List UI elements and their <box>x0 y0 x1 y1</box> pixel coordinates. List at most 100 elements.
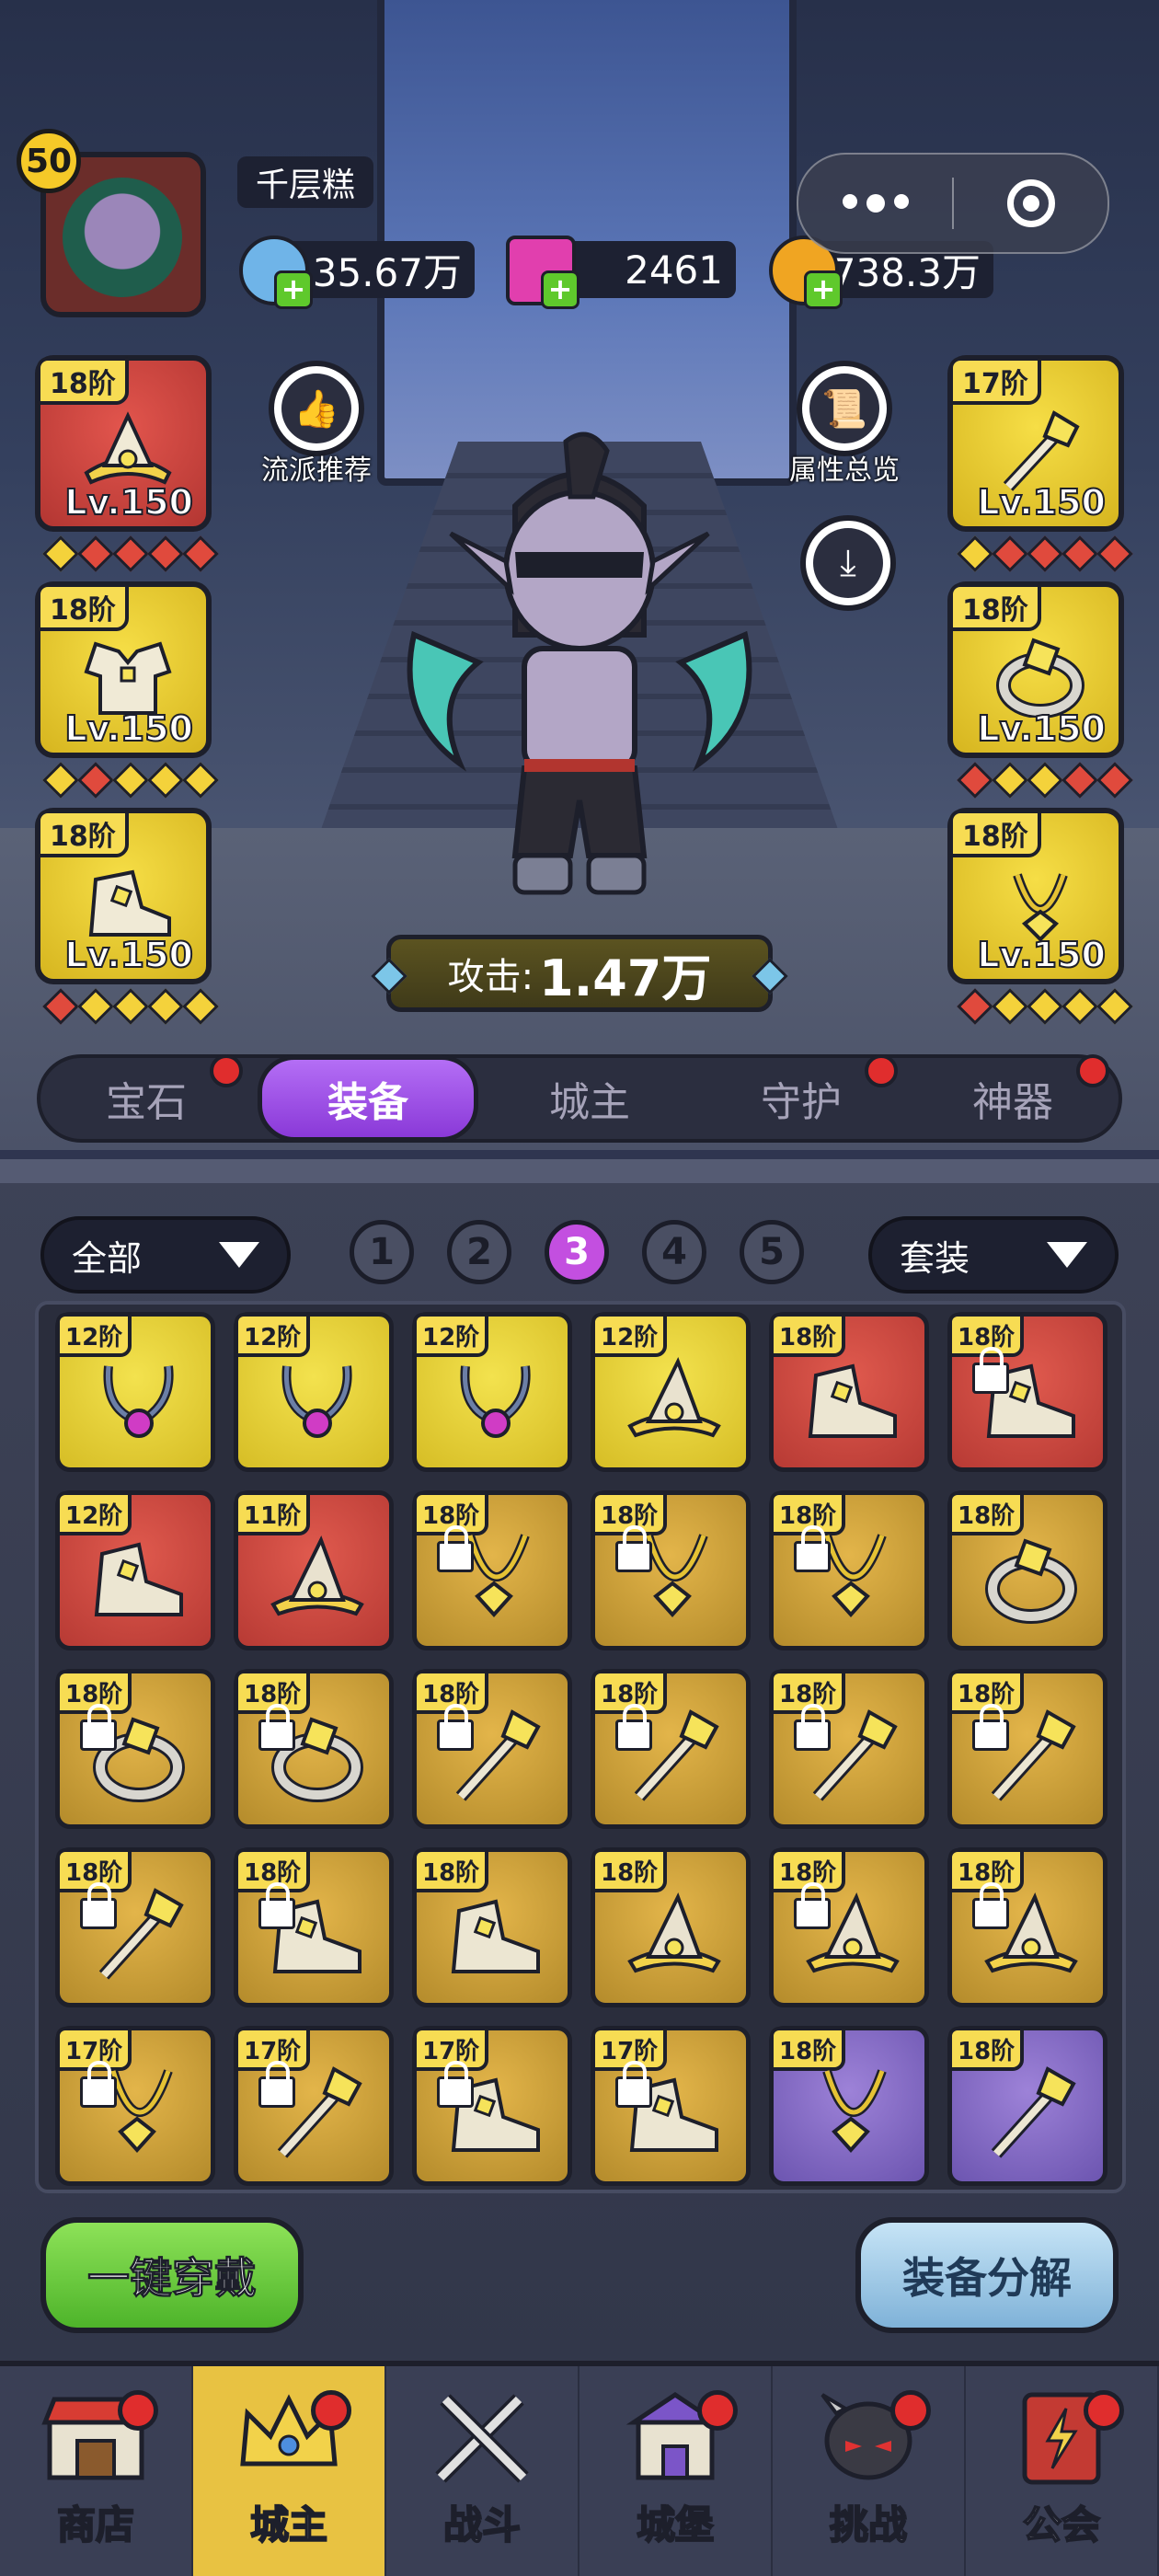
inventory-item[interactable]: 18阶 <box>412 1847 572 2007</box>
armor-icon <box>84 641 172 715</box>
slot-boots[interactable]: 18阶 Lv.150 <box>35 808 212 984</box>
inventory-item[interactable]: 18阶 <box>947 1669 1107 1829</box>
nav-label: 公会 <box>1022 2501 1101 2548</box>
slot-tier: 18阶 <box>949 810 1041 857</box>
inventory-item[interactable]: 18阶 <box>591 1490 751 1650</box>
type-filter-dropdown[interactable]: 全部 <box>40 1216 291 1294</box>
slot-level: Lv.150 <box>976 934 1107 976</box>
tab-artifact[interactable]: 神器 <box>907 1054 1119 1139</box>
tab-label: 神器 <box>972 1079 1053 1126</box>
lock-icon <box>972 1704 1009 1751</box>
nav-item[interactable]: 挑战 <box>773 2366 966 2576</box>
attributes-button[interactable]: 📜 <box>797 361 892 456</box>
tab-lord[interactable]: 城主 <box>484 1058 695 1139</box>
inventory-item[interactable]: 12阶 <box>591 1312 751 1472</box>
scroll-icon: 📜 <box>809 374 879 443</box>
add-crystal-icon[interactable]: + <box>274 270 313 309</box>
boots-icon <box>94 1542 183 1616</box>
inventory-item[interactable]: 18阶 <box>55 1847 215 2007</box>
dropdown-arrow-icon <box>1047 1242 1087 1268</box>
inventory-item[interactable]: 18阶 <box>947 1847 1107 2007</box>
inventory-item[interactable]: 18阶 <box>947 2026 1107 2186</box>
notification-dot <box>697 2390 738 2431</box>
slot-gems <box>957 535 1133 572</box>
inventory-item[interactable]: 18阶 <box>947 1312 1107 1472</box>
currency-crystal[interactable]: + 35.67万 <box>239 236 475 309</box>
set-filter-dropdown[interactable]: 套装 <box>868 1216 1119 1294</box>
download-button[interactable]: ⤓ <box>800 515 896 611</box>
inventory-item[interactable]: 18阶 <box>412 1669 572 1829</box>
inventory-item[interactable]: 12阶 <box>234 1312 394 1472</box>
more-menu-button[interactable] <box>798 155 952 252</box>
gem-value: 2461 <box>625 247 723 293</box>
inventory-item[interactable]: 18阶 <box>55 1669 215 1829</box>
pendant-icon <box>103 1365 174 1438</box>
page-1[interactable]: 1 <box>350 1220 414 1284</box>
equip-all-button[interactable]: 一键穿戴 <box>40 2217 304 2333</box>
inventory-item[interactable]: 17阶 <box>234 2026 394 2186</box>
lock-icon <box>437 2061 474 2108</box>
staff-icon <box>991 2066 1076 2158</box>
inventory-item[interactable]: 17阶 <box>412 2026 572 2186</box>
ring-icon <box>996 638 1084 718</box>
nav-label: 城主 <box>249 2501 328 2548</box>
add-gem-icon[interactable]: + <box>541 270 580 309</box>
player-level-badge: 50 <box>17 129 81 193</box>
download-icon: ⤓ <box>813 528 883 598</box>
slot-gems <box>42 988 219 1025</box>
inventory-item[interactable]: 18阶 <box>234 1847 394 2007</box>
close-miniapp-button[interactable] <box>954 155 1107 252</box>
slot-tier: 18阶 <box>37 357 129 405</box>
tab-equipment[interactable]: 装备 <box>258 1055 478 1142</box>
decompose-button[interactable]: 装备分解 <box>855 2217 1119 2333</box>
currency-gem[interactable]: + 2461 <box>506 236 736 309</box>
inventory-item[interactable]: 18阶 <box>769 1847 929 2007</box>
slot-necklace[interactable]: 18阶 Lv.150 <box>947 808 1124 984</box>
inventory-item[interactable]: 18阶 <box>769 1312 929 1472</box>
slot-hat[interactable]: 18阶 Lv.150 <box>35 355 212 532</box>
hat-icon <box>270 1535 364 1616</box>
inventory-item[interactable]: 18阶 <box>769 1490 929 1650</box>
attack-value: 1.47万 <box>539 949 712 1007</box>
inventory-item[interactable]: 17阶 <box>55 2026 215 2186</box>
inventory-item[interactable]: 18阶 <box>947 1490 1107 1650</box>
notification-dot <box>1084 2390 1124 2431</box>
page-3[interactable]: 3 <box>545 1220 609 1284</box>
miniapp-capsule <box>797 153 1109 254</box>
slot-staff[interactable]: 17阶 Lv.150 <box>947 355 1124 532</box>
hat-icon <box>84 411 172 485</box>
inventory-item[interactable]: 11阶 <box>234 1490 394 1650</box>
page-4[interactable]: 4 <box>642 1220 706 1284</box>
tab-gems[interactable]: 宝石 <box>40 1054 252 1139</box>
recommend-button[interactable]: 👍 <box>269 361 364 456</box>
inventory-item[interactable]: 18阶 <box>591 1847 751 2007</box>
tab-guard[interactable]: 守护 <box>695 1054 907 1139</box>
nav-item[interactable]: 城堡 <box>580 2366 773 2576</box>
inventory-item[interactable]: 18阶 <box>769 1669 929 1829</box>
hat-icon <box>627 1356 721 1438</box>
add-gold-icon[interactable]: + <box>804 270 843 309</box>
thumbs-up-icon: 👍 <box>281 374 351 443</box>
slot-armor[interactable]: 18阶 Lv.150 <box>35 581 212 758</box>
page-5[interactable]: 5 <box>740 1220 804 1284</box>
inventory-item[interactable]: 18阶 <box>412 1490 572 1650</box>
inventory-item[interactable]: 12阶 <box>55 1490 215 1650</box>
nav-item[interactable]: 城主 <box>193 2366 386 2576</box>
nav-item[interactable]: 公会 <box>966 2366 1159 2576</box>
inventory-item[interactable]: 18阶 <box>591 1669 751 1829</box>
recommend-label: 流派推荐 <box>261 454 372 487</box>
page-2[interactable]: 2 <box>447 1220 511 1284</box>
nav-item[interactable]: 战斗 <box>386 2366 580 2576</box>
inventory-item[interactable]: 12阶 <box>412 1312 572 1472</box>
inventory-item[interactable]: 12阶 <box>55 1312 215 1472</box>
inventory-item[interactable]: 18阶 <box>769 2026 929 2186</box>
crossed-swords-icon <box>435 2394 529 2483</box>
lock-icon <box>258 1704 295 1751</box>
notification-dot <box>1076 1054 1109 1087</box>
lock-icon <box>258 1882 295 1929</box>
inventory-item[interactable]: 18阶 <box>234 1669 394 1829</box>
slot-ring[interactable]: 18阶 Lv.150 <box>947 581 1124 758</box>
nav-item[interactable]: 商店 <box>0 2366 193 2576</box>
attack-label: 攻击: <box>447 956 534 998</box>
inventory-item[interactable]: 17阶 <box>591 2026 751 2186</box>
